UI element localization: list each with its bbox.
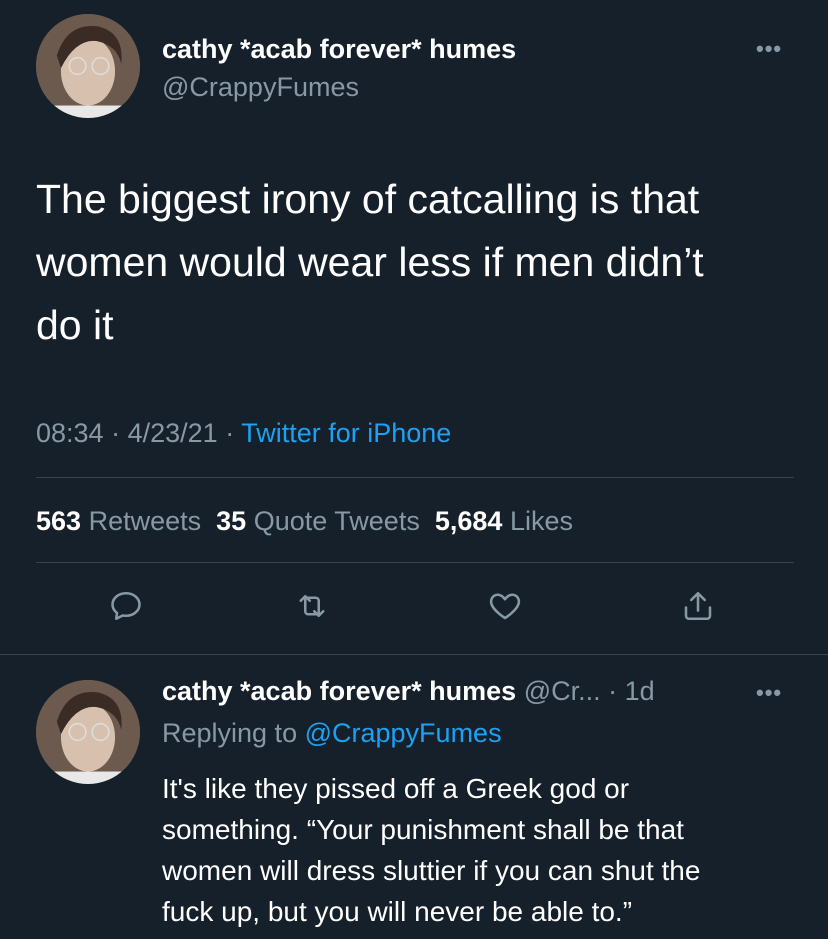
reply-age[interactable]: 1d [625,676,655,706]
reply-text-line: fuck up, but you will never be able to.” [162,896,633,927]
tweet-stats: 563 Retweets 35 Quote Tweets 5,684 Likes [36,506,573,537]
tweet-date[interactable]: 4/23/21 [128,418,218,448]
reply-author-avatar[interactable] [36,680,140,784]
tweet-source-link[interactable]: Twitter for iPhone [241,418,451,448]
tweet-time[interactable]: 08:34 [36,418,104,448]
likes-stat[interactable]: 5,684 Likes [435,506,573,536]
reply-more-options-icon[interactable]: ••• [756,680,782,706]
meta-separator: · [608,676,618,706]
retweets-stat[interactable]: 563 Retweets [36,506,201,536]
divider [0,654,828,655]
replying-to-prefix: Replying to [162,718,298,748]
divider [36,477,794,478]
heart-icon [489,593,521,620]
share-button[interactable] [680,588,716,624]
more-options-icon[interactable]: ••• [756,36,782,62]
reply-text: It's like they pissed off a Greek god or… [162,768,822,932]
tweet-text: The biggest irony of catcalling is that … [36,168,806,357]
reply-text-line: something. “Your punishment shall be tha… [162,814,684,845]
author-avatar[interactable] [36,14,140,118]
tweet-text-line: do it [36,302,114,348]
likes-label: Likes [509,506,573,536]
author-handle[interactable]: @CrappyFumes [162,72,359,103]
reply-text-line: It's like they pissed off a Greek god or [162,773,630,804]
reply-header: cathy *acab forever* humes @Cr... · 1d [162,676,655,707]
author-name[interactable]: cathy *acab forever* humes [162,34,516,65]
divider [36,562,794,563]
share-icon [684,591,712,621]
reply-author-name[interactable]: cathy *acab forever* humes [162,676,516,706]
replying-to: Replying to @CrappyFumes [162,718,502,749]
avatar-photo [36,680,140,784]
retweets-count: 563 [36,506,82,536]
comment-icon [111,591,141,621]
quote-tweets-label: Quote Tweets [253,506,420,536]
tweet-metadata: 08:34 · 4/23/21 · Twitter for iPhone [36,418,451,449]
quote-tweets-count: 35 [216,506,247,536]
reply-button[interactable] [108,588,144,624]
reply-author-handle[interactable]: @Cr... [524,676,601,706]
likes-count: 5,684 [434,506,503,536]
like-button[interactable] [487,588,523,624]
tweet-text-line: women would wear less if men didn’t [36,239,704,285]
meta-separator: · [111,418,121,448]
retweet-icon [299,594,325,618]
retweet-button[interactable] [294,588,330,624]
reply-text-line: women will dress sluttier if you can shu… [162,855,701,886]
avatar-photo [36,14,140,118]
replying-to-handle[interactable]: @CrappyFumes [305,718,502,748]
retweets-label: Retweets [88,506,202,536]
meta-separator: · [225,418,235,448]
quote-tweets-stat[interactable]: 35 Quote Tweets [216,506,420,536]
tweet-text-line: The biggest irony of catcalling is that [36,176,700,222]
